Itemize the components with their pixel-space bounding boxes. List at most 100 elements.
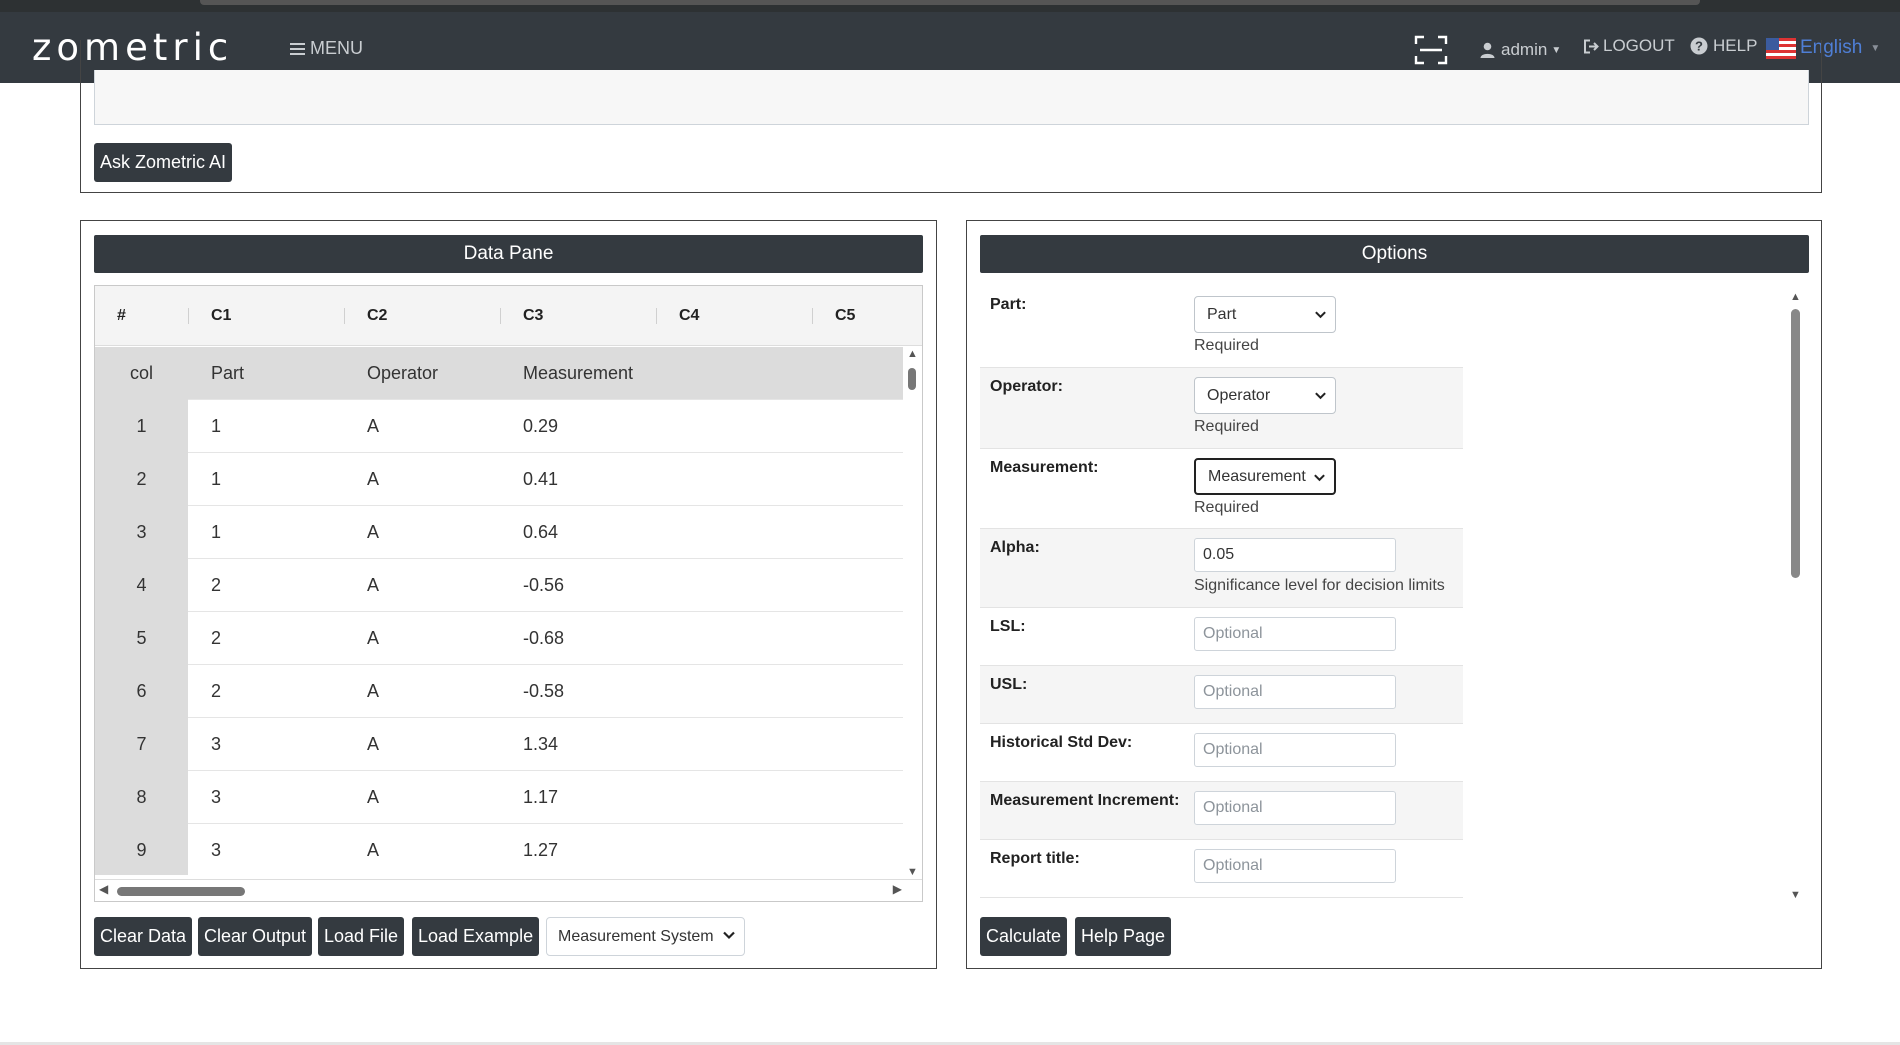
- table-cell[interactable]: 2: [211, 559, 221, 612]
- table-cell[interactable]: 1: [211, 453, 221, 506]
- column-name-row: col Part Operator Measurement: [95, 347, 903, 400]
- alpha-input[interactable]: 0.05: [1194, 538, 1396, 572]
- table-cell[interactable]: A: [367, 559, 379, 612]
- column-header-c3[interactable]: C3: [523, 286, 543, 346]
- scrollbar-thumb[interactable]: [117, 887, 245, 896]
- option-label: Operator:: [990, 378, 1063, 395]
- row-number[interactable]: 6: [95, 665, 188, 718]
- usl-input[interactable]: Optional: [1194, 675, 1396, 709]
- table-cell[interactable]: A: [367, 453, 379, 506]
- column-header-index[interactable]: #: [117, 286, 126, 346]
- table-cell[interactable]: 2: [211, 665, 221, 718]
- table-row: 1 1 A 0.29: [95, 400, 903, 453]
- scroll-left-arrow-icon[interactable]: ◀: [99, 882, 108, 896]
- scroll-down-arrow-icon[interactable]: ▼: [907, 866, 918, 878]
- help-page-button[interactable]: Help Page: [1075, 917, 1172, 956]
- measurement-select[interactable]: Measurement: [1194, 458, 1336, 495]
- table-cell[interactable]: -0.58: [523, 665, 564, 718]
- table-cell[interactable]: 2: [211, 612, 221, 665]
- table-cell[interactable]: 1: [211, 506, 221, 559]
- table-cell[interactable]: -0.68: [523, 612, 564, 665]
- options-pane: Options Part: Part Required Operator: Op…: [966, 220, 1822, 969]
- grid-body: col Part Operator Measurement 1 1 A 0.29…: [95, 347, 903, 875]
- ai-question-textarea[interactable]: [94, 70, 1809, 125]
- option-label: Report title:: [990, 850, 1080, 867]
- option-help-text: Required: [1194, 418, 1259, 435]
- part-select[interactable]: Part: [1194, 296, 1336, 333]
- table-cell[interactable]: 1.34: [523, 718, 558, 771]
- table-cell[interactable]: 1.17: [523, 771, 558, 824]
- table-cell[interactable]: A: [367, 771, 379, 824]
- table-row: 6 2 A -0.58: [95, 665, 903, 718]
- row-number[interactable]: 1: [95, 400, 188, 453]
- row-number[interactable]: 5: [95, 612, 188, 665]
- row-number[interactable]: 4: [95, 559, 188, 612]
- table-cell[interactable]: A: [367, 400, 379, 453]
- table-row: 5 2 A -0.68: [95, 612, 903, 665]
- option-measurement-increment: Measurement Increment: Optional: [980, 782, 1463, 840]
- clear-data-button[interactable]: Clear Data: [94, 917, 193, 956]
- table-cell[interactable]: 0.41: [523, 453, 558, 506]
- report-title-input[interactable]: Optional: [1194, 849, 1396, 883]
- scroll-down-arrow-icon[interactable]: ▼: [1790, 889, 1801, 901]
- column-header-c5[interactable]: C5: [835, 286, 855, 346]
- load-file-button[interactable]: Load File: [318, 917, 405, 956]
- table-cell[interactable]: A: [367, 612, 379, 665]
- operator-select[interactable]: Operator: [1194, 377, 1336, 414]
- column-separator: [188, 308, 189, 324]
- operator-select-value: Operator: [1207, 386, 1271, 404]
- options-title: Options: [980, 235, 1809, 273]
- table-cell[interactable]: A: [367, 506, 379, 559]
- table-cell[interactable]: 1: [211, 400, 221, 453]
- table-cell[interactable]: A: [367, 665, 379, 718]
- data-grid[interactable]: # C1 C2 C3 C4 C5 col Part Operator Measu…: [94, 285, 923, 902]
- scroll-right-arrow-icon[interactable]: ▶: [893, 882, 902, 896]
- measurement-increment-input[interactable]: Optional: [1194, 791, 1396, 825]
- table-row: 2 1 A 0.41: [95, 453, 903, 506]
- options-vertical-scrollbar[interactable]: ▲ ▼: [1788, 291, 1804, 901]
- clear-output-button[interactable]: Clear Output: [198, 917, 313, 956]
- option-measurement: Measurement: Measurement Required: [980, 449, 1463, 529]
- measurement-select-value: Measurement: [1208, 467, 1306, 485]
- table-cell[interactable]: A: [367, 824, 379, 875]
- browser-top-strip: [0, 0, 1900, 12]
- lsl-input[interactable]: Optional: [1194, 617, 1396, 651]
- ask-zometric-ai-button[interactable]: Ask Zometric AI: [94, 143, 233, 182]
- column-header-c1[interactable]: C1: [211, 286, 231, 346]
- table-cell[interactable]: 3: [211, 771, 221, 824]
- data-pane: Data Pane # C1 C2 C3 C4 C5 col Part Oper…: [80, 220, 937, 969]
- scrollbar-thumb[interactable]: [908, 368, 916, 390]
- table-cell[interactable]: 1.27: [523, 824, 558, 875]
- historical-std-dev-input[interactable]: Optional: [1194, 733, 1396, 767]
- table-cell[interactable]: Operator: [367, 347, 438, 400]
- row-number[interactable]: 2: [95, 453, 188, 506]
- table-cell[interactable]: Part: [211, 347, 244, 400]
- table-cell[interactable]: -0.56: [523, 559, 564, 612]
- table-cell[interactable]: 0.64: [523, 506, 558, 559]
- table-cell[interactable]: A: [367, 718, 379, 771]
- row-number[interactable]: 9: [95, 824, 188, 875]
- scroll-up-arrow-icon[interactable]: ▲: [1790, 291, 1801, 303]
- part-select-value: Part: [1207, 305, 1237, 323]
- row-number[interactable]: col: [95, 347, 188, 400]
- option-label: Alpha:: [990, 539, 1040, 556]
- table-cell[interactable]: 0.29: [523, 400, 558, 453]
- example-dataset-select[interactable]: Measurement System: [546, 917, 745, 956]
- scrollbar-thumb[interactable]: [1791, 309, 1800, 578]
- column-header-c2[interactable]: C2: [367, 286, 387, 346]
- row-number[interactable]: 7: [95, 718, 188, 771]
- row-number[interactable]: 8: [95, 771, 188, 824]
- grid-vertical-scrollbar[interactable]: ▲ ▼: [905, 348, 920, 878]
- calculate-button[interactable]: Calculate: [980, 917, 1068, 956]
- scroll-up-arrow-icon[interactable]: ▲: [907, 348, 918, 360]
- table-cell[interactable]: 3: [211, 824, 221, 875]
- grid-horizontal-scrollbar[interactable]: ◀ ▶: [95, 879, 922, 901]
- row-number[interactable]: 3: [95, 506, 188, 559]
- table-cell[interactable]: 3: [211, 718, 221, 771]
- chevron-down-icon: [1315, 392, 1326, 400]
- load-example-button[interactable]: Load Example: [412, 917, 540, 956]
- column-header-c4[interactable]: C4: [679, 286, 699, 346]
- option-help-text: Required: [1194, 499, 1259, 516]
- table-cell[interactable]: Measurement: [523, 347, 633, 400]
- chevron-down-icon: [1315, 311, 1326, 319]
